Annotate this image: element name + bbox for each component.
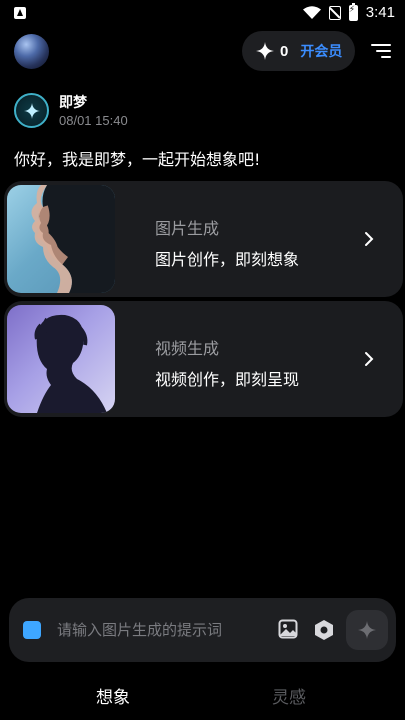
header-actions: 0 开会员 [242, 31, 391, 71]
wifi-icon [302, 6, 321, 19]
video-generation-thumbnail [7, 305, 115, 413]
credit-count: 0 [280, 42, 289, 60]
bot-avatar [14, 93, 49, 128]
prompt-input[interactable] [57, 618, 267, 642]
send-sparkle-icon [358, 621, 376, 639]
status-time: 3:41 [365, 4, 395, 21]
greeting-message: 你好，我是即梦，一起开始想象吧! [14, 150, 261, 169]
vip-button[interactable]: 开会员 [300, 41, 342, 61]
sparkle-icon [256, 42, 274, 60]
status-bar: 3:41 [0, 0, 405, 28]
image-generation-card[interactable]: 图片生成 图片创作，即刻想象 [4, 181, 403, 297]
battery-charging-icon [348, 2, 358, 21]
card-title: 视频创作，即刻呈现 [155, 370, 300, 389]
bot-name: 即梦 [59, 95, 87, 111]
status-icons: 3:41 [302, 2, 395, 21]
card-title: 图片创作，即刻想象 [155, 250, 300, 269]
filter-icon[interactable] [369, 41, 391, 61]
user-avatar[interactable] [14, 34, 49, 69]
message-timestamp: 08/01 15:40 [59, 113, 128, 128]
image-icon[interactable] [278, 619, 298, 639]
chevron-right-icon [365, 232, 374, 246]
image-generation-thumbnail [7, 185, 115, 293]
video-generation-card[interactable]: 视频生成 视频创作，即刻呈现 [4, 301, 403, 417]
bot-sparkle-icon [23, 102, 40, 119]
tab-imagine[interactable]: 想象 [96, 683, 130, 708]
mode-square-icon[interactable] [23, 621, 41, 639]
card-subtitle: 图片生成 [155, 219, 220, 238]
prompt-bar [9, 598, 396, 662]
settings-hex-icon[interactable] [314, 619, 334, 641]
send-button[interactable] [346, 610, 388, 650]
card-subtitle: 视频生成 [155, 339, 220, 358]
no-sim-icon [328, 5, 341, 20]
app-icon [14, 7, 26, 19]
tab-inspiration[interactable]: 灵感 [272, 683, 306, 708]
credits-pill[interactable]: 0 开会员 [242, 31, 355, 71]
chevron-right-icon [365, 352, 374, 366]
